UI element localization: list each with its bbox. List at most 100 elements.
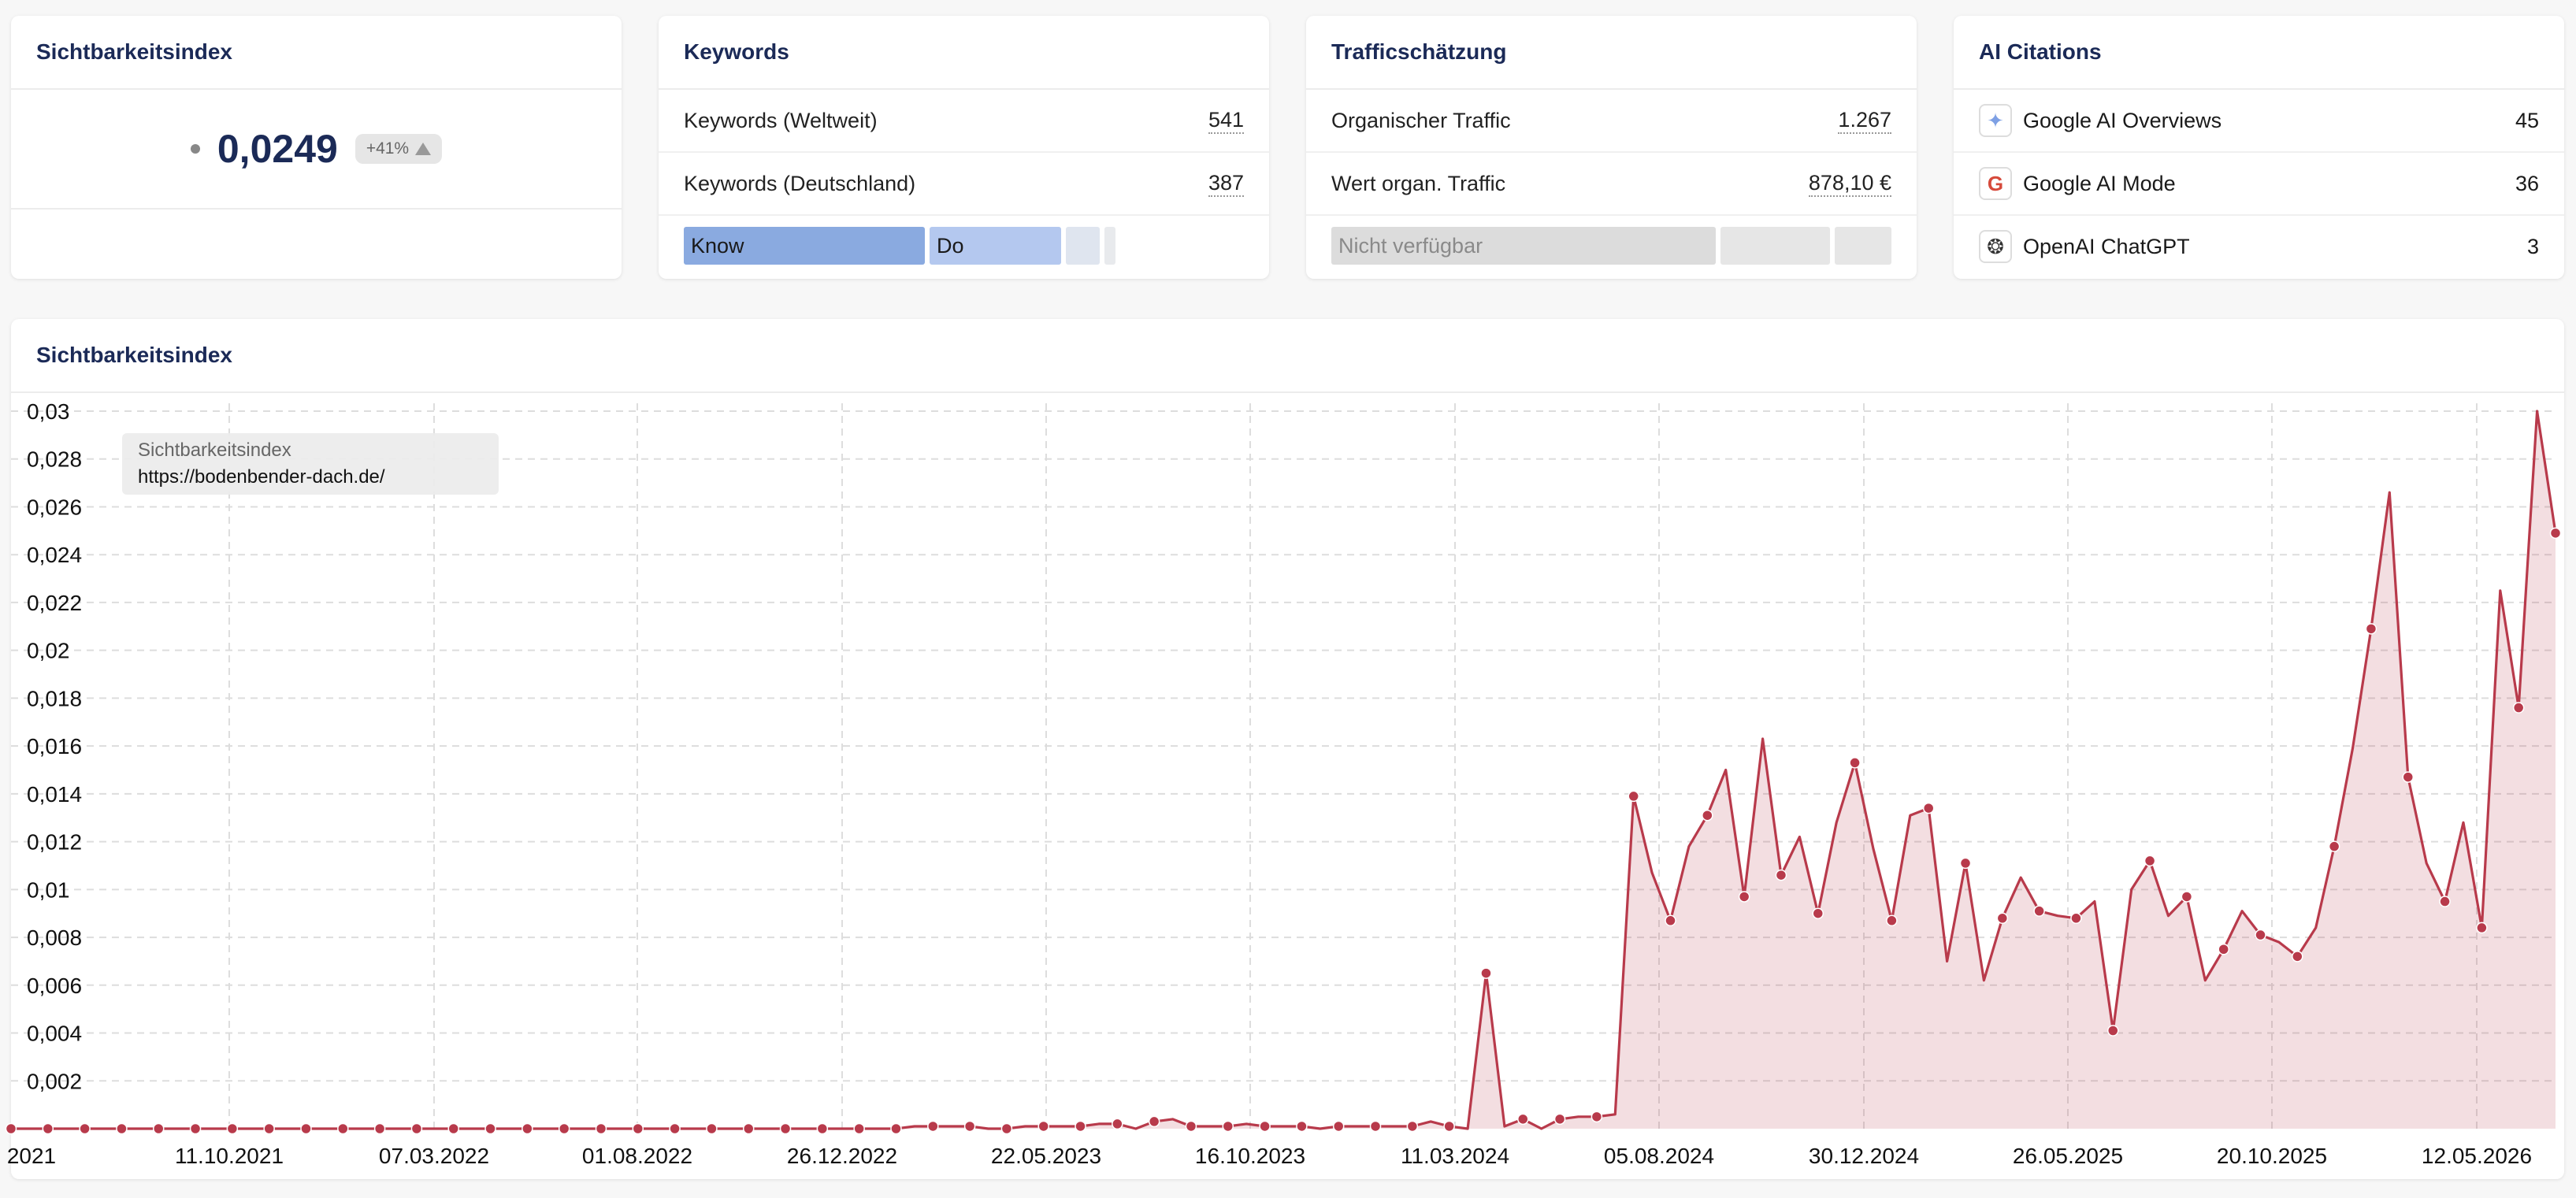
data-point <box>1886 914 1898 927</box>
data-point <box>853 1122 865 1135</box>
data-point <box>410 1122 423 1135</box>
data-point <box>963 1120 976 1133</box>
data-point <box>1922 802 1935 814</box>
data-point <box>2033 905 2045 917</box>
data-point <box>927 1120 939 1133</box>
data-point <box>1849 757 1861 769</box>
data-point <box>2107 1025 2119 1037</box>
y-tick-label: 0,002 <box>27 1069 82 1093</box>
data-point <box>2070 912 2082 925</box>
data-point <box>2402 771 2415 783</box>
x-tick-label: 2021 <box>7 1144 56 1168</box>
data-point <box>447 1122 459 1135</box>
data-point <box>669 1122 681 1135</box>
visibility-chart[interactable]: 0,03 0,028 0,026 0,024 0,022 0,02 0,018 0,016 0,… <box>0 0 2576 1198</box>
data-point <box>1259 1120 1271 1133</box>
data-point <box>1000 1122 1013 1135</box>
data-point <box>79 1122 91 1135</box>
data-point <box>2292 951 2303 962</box>
y-tick-label: 0,026 <box>27 495 82 519</box>
data-point <box>189 1122 202 1135</box>
x-tick-label: 11.03.2024 <box>1401 1144 1509 1168</box>
tooltip-url: https://bodenbender-dach.de/ <box>138 466 385 488</box>
x-tick-label: 07.03.2022 <box>379 1144 489 1168</box>
data-point <box>1148 1115 1160 1128</box>
x-tick-label: 16.10.2023 <box>1195 1144 1305 1168</box>
data-point <box>2218 944 2229 955</box>
data-point <box>1075 1120 1086 1133</box>
x-tick-label: 26.12.2022 <box>787 1144 897 1168</box>
x-tick-label: 01.08.2022 <box>582 1144 692 1168</box>
data-point <box>1037 1120 1049 1133</box>
y-tick-label: 0,02 <box>27 639 70 663</box>
data-point <box>5 1122 17 1135</box>
data-point <box>595 1122 607 1135</box>
y-tick-label: 0,008 <box>27 925 82 950</box>
data-point <box>1775 869 1787 881</box>
y-tick-label: 0,018 <box>27 686 82 710</box>
data-point <box>484 1122 496 1135</box>
chart-tooltip: Sichtbarkeitsindex https://bodenbender-d… <box>122 433 499 495</box>
data-point <box>300 1122 312 1135</box>
data-point <box>1628 790 1639 803</box>
data-point <box>1480 967 1492 979</box>
data-point <box>1738 891 1750 903</box>
data-point <box>1996 912 2009 925</box>
x-tick-label: 30.12.2024 <box>1809 1144 1919 1168</box>
data-point <box>263 1122 275 1135</box>
data-point <box>2365 623 2377 635</box>
x-tick-label: 26.05.2025 <box>2013 1144 2123 1168</box>
series-area <box>11 411 2556 1129</box>
data-point <box>1517 1113 1529 1126</box>
data-point <box>2439 896 2451 907</box>
data-point <box>1665 914 1676 927</box>
data-point <box>779 1122 792 1135</box>
x-tick-label: 11.10.2021 <box>175 1144 284 1168</box>
data-point <box>706 1122 718 1135</box>
data-point <box>2549 527 2562 540</box>
data-point <box>2181 891 2193 903</box>
data-point <box>558 1122 570 1135</box>
y-tick-label: 0,024 <box>27 543 82 567</box>
data-point <box>742 1122 755 1135</box>
data-point <box>337 1122 349 1135</box>
data-point <box>1112 1118 1123 1130</box>
data-point <box>1185 1120 1197 1133</box>
x-tick-label: 12.05.2026 <box>2422 1144 2532 1168</box>
data-point <box>1702 809 1713 822</box>
y-tick-label: 0,028 <box>27 447 82 472</box>
data-point <box>1222 1120 1234 1133</box>
x-tick-label: 05.08.2024 <box>1604 1144 1714 1168</box>
y-tick-label: 0,016 <box>27 734 82 758</box>
data-point <box>890 1122 902 1135</box>
y-tick-label: 0,006 <box>27 974 82 998</box>
data-point <box>373 1122 386 1135</box>
data-point <box>42 1122 54 1135</box>
data-point <box>116 1122 128 1135</box>
y-tick-label: 0,004 <box>27 1022 82 1046</box>
data-point <box>522 1122 533 1135</box>
data-point <box>2328 840 2340 852</box>
x-tick-label: 20.10.2025 <box>2217 1144 2327 1168</box>
data-point <box>1443 1120 1455 1133</box>
data-point <box>1296 1120 1308 1133</box>
data-point <box>1406 1120 1419 1133</box>
data-point <box>1591 1111 1603 1123</box>
data-point <box>1553 1113 1566 1126</box>
data-point <box>1812 907 1824 919</box>
y-tick-label: 0,012 <box>27 830 82 855</box>
data-point <box>2255 929 2266 941</box>
data-point <box>632 1122 644 1135</box>
x-tick-label: 22.05.2023 <box>991 1144 1101 1168</box>
data-point <box>2512 702 2525 714</box>
data-point <box>1959 857 1972 870</box>
data-point <box>226 1122 239 1135</box>
data-point <box>1332 1120 1345 1133</box>
y-tick-label: 0,03 <box>27 399 70 424</box>
y-tick-label: 0,014 <box>27 782 82 807</box>
data-point <box>1369 1120 1382 1133</box>
tooltip-series: Sichtbarkeitsindex <box>138 440 291 461</box>
y-tick-label: 0,01 <box>27 877 70 902</box>
y-tick-label: 0,022 <box>27 591 82 615</box>
data-point <box>2144 855 2156 867</box>
